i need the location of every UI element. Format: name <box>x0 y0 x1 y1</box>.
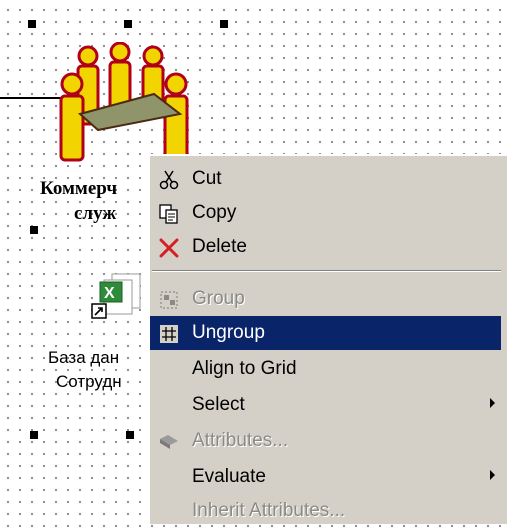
submenu-arrow-icon <box>490 398 495 408</box>
node-label-commercial-line2: служ <box>74 203 117 224</box>
menu-item-label: Copy <box>192 202 237 223</box>
menu-item-select[interactable]: Select <box>150 388 501 422</box>
svg-text:X: X <box>104 285 115 302</box>
menu-item-inherit-attributes[interactable]: Inherit Attributes... <box>150 494 501 528</box>
delete-x-icon <box>159 238 179 258</box>
menu-item-label: Delete <box>192 236 247 257</box>
selection-handle[interactable] <box>220 20 228 28</box>
menu-item-align-to-grid[interactable]: Align to Grid <box>150 352 501 386</box>
menu-item-evaluate[interactable]: Evaluate <box>150 460 501 494</box>
selection-handle[interactable] <box>30 431 38 439</box>
menu-item-label: Group <box>192 288 245 309</box>
menu-item-label: Evaluate <box>192 466 266 487</box>
menu-item-attributes[interactable]: Attributes... <box>150 424 501 458</box>
attributes-icon <box>160 435 178 449</box>
menu-item-copy[interactable]: Copy <box>150 196 501 230</box>
group-people-icon[interactable] <box>58 42 200 167</box>
menu-item-delete[interactable]: Delete <box>150 230 501 264</box>
context-menu: Cut Copy Delete Group Ungroup Align to G… <box>148 154 507 524</box>
menu-item-label: Ungroup <box>192 322 265 343</box>
submenu-arrow-icon <box>490 470 495 480</box>
menu-item-label: Inherit Attributes... <box>192 500 346 521</box>
menu-item-label: Align to Grid <box>192 358 297 379</box>
selection-handle[interactable] <box>124 20 132 28</box>
selection-handle[interactable] <box>126 431 134 439</box>
group-icon <box>160 291 178 309</box>
menu-item-label: Select <box>192 394 245 415</box>
node-label-database: База дан <box>48 348 120 367</box>
menu-item-label: Cut <box>192 168 222 189</box>
menu-item-cut[interactable]: Cut <box>150 162 501 196</box>
menu-separator <box>152 270 501 272</box>
excel-file-icon[interactable]: X <box>90 272 144 322</box>
node-label-database-line2: Сотрудн <box>56 372 122 391</box>
selection-handle[interactable] <box>30 226 38 234</box>
selection-handle[interactable] <box>28 20 36 28</box>
ungroup-icon <box>160 325 178 343</box>
copy-icon <box>159 204 178 224</box>
scissors-icon <box>159 170 179 190</box>
menu-item-ungroup[interactable]: Ungroup <box>150 316 501 350</box>
menu-item-label: Attributes... <box>192 430 289 451</box>
node-label-commercial: Коммерч <box>40 178 118 199</box>
menu-item-group[interactable]: Group <box>150 282 501 316</box>
